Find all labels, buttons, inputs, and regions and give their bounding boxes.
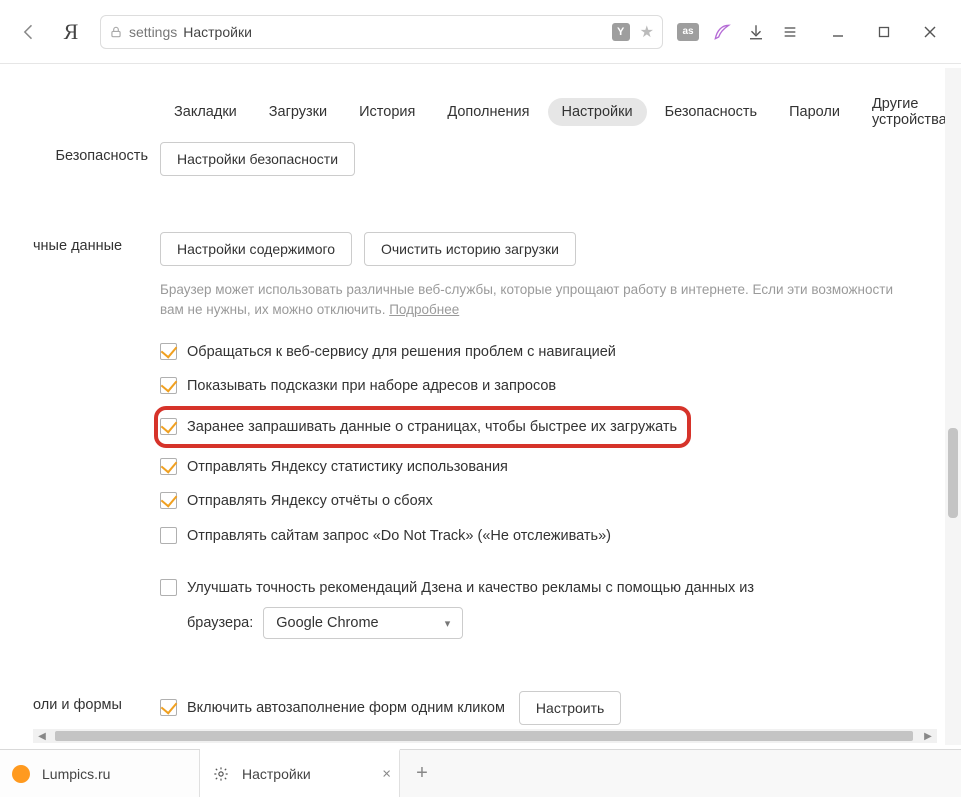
clear-download-history-button[interactable]: Очистить историю загрузки [364, 232, 576, 266]
highlighted-option: Заранее запрашивать данные о страницах, … [154, 406, 691, 448]
checkbox-row[interactable]: Заранее запрашивать данные о страницах, … [160, 414, 677, 440]
address-bar[interactable]: settings Настройки Y ★ [100, 15, 663, 49]
browser-select-line: браузера: Google Chrome ▾ [160, 607, 937, 639]
section-label-security: Безопасность [33, 142, 160, 176]
section-personal-data: чные данные Настройки содержимого Очисти… [33, 232, 937, 639]
hint-text: Браузер может использовать различные веб… [160, 282, 893, 317]
checkbox-label: Обращаться к веб-сервису для решения про… [187, 342, 616, 362]
checkbox-row[interactable]: Отправлять Яндексу отчёты о сбоях [160, 484, 937, 518]
checkbox-label: Включить автозаполнение форм одним клико… [187, 698, 505, 718]
protect-badge[interactable]: Y [612, 23, 630, 41]
checkbox-label: Улучшать точность рекомендаций Дзена и к… [187, 578, 754, 598]
tab-security[interactable]: Безопасность [651, 98, 772, 126]
scrollbar-thumb[interactable] [55, 731, 913, 741]
checkbox-row[interactable]: Показывать подсказки при наборе адресов … [160, 369, 937, 403]
checkbox-icon [160, 377, 177, 394]
browser-select[interactable]: Google Chrome ▾ [263, 607, 463, 639]
new-tab-button[interactable]: + [400, 750, 444, 797]
tab-strip: Lumpics.ru Настройки × + [0, 749, 961, 797]
browser-tab-lumpics[interactable]: Lumpics.ru [0, 750, 200, 797]
browser-select-value: Google Chrome [276, 615, 378, 631]
scroll-right-arrow-icon[interactable]: ▶ [919, 729, 937, 743]
menu-icon[interactable] [773, 15, 807, 49]
url-keyword: settings [129, 24, 177, 40]
checkbox-icon [160, 418, 177, 435]
feather-extension-icon[interactable] [705, 15, 739, 49]
configure-autofill-button[interactable]: Настроить [519, 691, 621, 725]
downloads-icon[interactable] [739, 15, 773, 49]
yandex-logo[interactable]: Я [50, 19, 92, 45]
scroll-left-arrow-icon[interactable]: ◀ [33, 729, 51, 743]
section-security: Безопасность Настройки безопасности [33, 142, 937, 176]
browser-tab-settings[interactable]: Настройки × [200, 749, 400, 797]
window-maximize-button[interactable] [861, 12, 907, 52]
tab-addons[interactable]: Дополнения [433, 98, 543, 126]
checkbox-icon [160, 343, 177, 360]
window-close-button[interactable] [907, 12, 953, 52]
web-services-hint: Браузер может использовать различные веб… [160, 280, 920, 319]
settings-nav: Закладки Загрузки История Дополнения Нас… [0, 64, 961, 154]
checkbox-row[interactable]: Включить автозаполнение форм одним клико… [160, 698, 505, 718]
checkbox-label: Отправлять сайтам запрос «Do Not Track» … [187, 526, 611, 546]
section-label-forms: оли и формы [33, 691, 160, 725]
checkbox-icon [160, 492, 177, 509]
security-settings-button[interactable]: Настройки безопасности [160, 142, 355, 176]
browser-chrome: Я settings Настройки Y ★ as [0, 0, 961, 64]
checkbox-icon [160, 458, 177, 475]
window-minimize-button[interactable] [815, 12, 861, 52]
checkbox-icon [160, 579, 177, 596]
content-settings-button[interactable]: Настройки содержимого [160, 232, 352, 266]
checkbox-label: Заранее запрашивать данные о страницах, … [187, 417, 677, 437]
tab-history[interactable]: История [345, 98, 429, 126]
gear-icon [212, 765, 230, 783]
settings-viewport: Безопасность Настройки безопасности чные… [0, 142, 961, 745]
favicon-icon [12, 765, 30, 783]
back-button[interactable] [8, 11, 50, 53]
checkbox-row[interactable]: Обращаться к веб-сервису для решения про… [160, 335, 937, 369]
lastfm-extension-icon[interactable]: as [671, 15, 705, 49]
close-tab-icon[interactable]: × [382, 766, 391, 783]
tab-passwords[interactable]: Пароли [775, 98, 854, 126]
section-forms: оли и формы Включить автозаполнение форм… [33, 691, 937, 725]
vertical-scrollbar[interactable] [945, 68, 961, 745]
tab-settings[interactable]: Настройки [548, 98, 647, 126]
tab-downloads[interactable]: Загрузки [255, 98, 341, 126]
chevron-down-icon: ▾ [445, 617, 451, 630]
checkbox-icon [160, 699, 177, 716]
url-title: Настройки [183, 24, 252, 40]
hint-more-link[interactable]: Подробнее [389, 302, 459, 317]
tab-title: Настройки [242, 766, 311, 782]
tab-bookmarks[interactable]: Закладки [160, 98, 251, 126]
scrollbar-thumb[interactable] [948, 428, 958, 518]
checkbox-row[interactable]: Отправлять Яндексу статистику использова… [160, 450, 937, 484]
browser-label: браузера: [187, 615, 253, 631]
window-controls [815, 12, 953, 52]
checkbox-row[interactable]: Улучшать точность рекомендаций Дзена и к… [160, 571, 937, 605]
checkbox-label: Отправлять Яндексу отчёты о сбоях [187, 491, 433, 511]
bookmark-star-icon[interactable]: ★ [640, 22, 654, 42]
checkbox-label: Отправлять Яндексу статистику использова… [187, 457, 508, 477]
checkbox-row[interactable]: Отправлять сайтам запрос «Do Not Track» … [160, 519, 937, 553]
lock-icon [109, 25, 123, 39]
horizontal-scrollbar[interactable]: ◀ ▶ [33, 729, 937, 743]
checkbox-icon [160, 527, 177, 544]
section-label-personal: чные данные [33, 232, 160, 639]
checkbox-label: Показывать подсказки при наборе адресов … [187, 376, 556, 396]
tab-title: Lumpics.ru [42, 766, 110, 782]
